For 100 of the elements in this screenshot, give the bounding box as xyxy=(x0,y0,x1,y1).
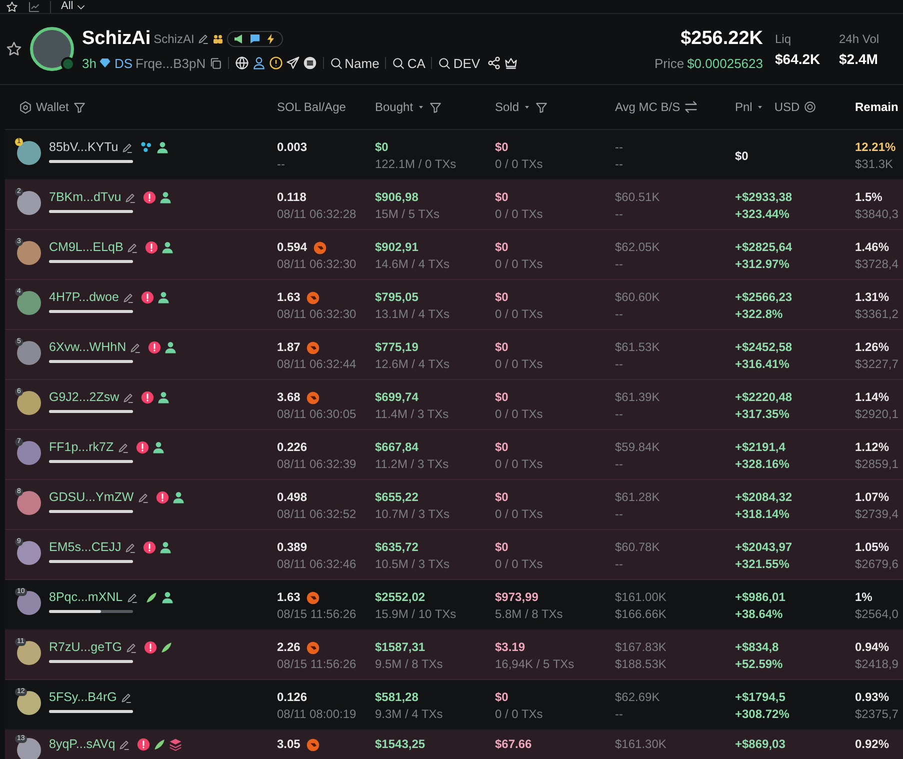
pencil-icon[interactable] xyxy=(126,242,138,254)
filter-icon[interactable] xyxy=(429,100,442,114)
sold-amount: $0 xyxy=(495,389,508,406)
star-icon[interactable] xyxy=(6,41,22,57)
pencil-icon[interactable] xyxy=(122,292,134,304)
wallet-address[interactable]: 8Pqc...mXNL xyxy=(49,589,123,606)
person-icon[interactable] xyxy=(252,56,266,70)
wallet-address[interactable]: 7BKm...dTvu xyxy=(49,189,122,206)
market-cap: $256.22K xyxy=(680,27,763,51)
pencil-icon[interactable] xyxy=(197,33,210,46)
remaining-usd: $2739,4 xyxy=(855,506,900,523)
remaining-usd: $31.3K xyxy=(855,156,894,173)
alert-icon xyxy=(145,241,158,254)
pnl-value: +$986,01 xyxy=(735,589,786,606)
dex-label: DS xyxy=(114,54,133,72)
wallet-address[interactable]: CM9L...ELqB xyxy=(49,239,124,256)
column-header[interactable]: Pnl xyxy=(735,98,752,116)
pencil-icon[interactable] xyxy=(121,142,134,154)
sol-balance: 0.389 xyxy=(277,539,308,556)
column-header[interactable]: Avg MC B/S xyxy=(615,98,680,116)
search-link[interactable]: Name xyxy=(330,54,380,73)
filter-icon[interactable] xyxy=(535,100,548,114)
bought-amount: $902,91 xyxy=(375,239,418,256)
wallet-age: 08/11 06:30:05 xyxy=(277,406,358,423)
search-icon xyxy=(330,56,343,70)
pnl-value: +$2191,4 xyxy=(735,439,786,456)
wallet-address[interactable]: 6Xvw...WHhN xyxy=(49,339,126,356)
wallet-address[interactable]: 4H7P...dwoe xyxy=(49,289,119,306)
bought-detail: 10.5M / 3 TXs xyxy=(375,556,450,573)
avg-buy-mc: $167.83K xyxy=(615,639,666,656)
wallet-address[interactable]: G9J2...2Zsw xyxy=(49,389,120,406)
wallet-address[interactable]: 85bV...KYTu xyxy=(49,139,118,156)
pencil-icon[interactable] xyxy=(124,542,136,554)
pnl-percent: +312.97% xyxy=(735,256,790,273)
layers-icon xyxy=(169,738,182,751)
sort-caret-icon[interactable] xyxy=(756,103,764,111)
globe-icon[interactable] xyxy=(234,56,249,70)
stat-value: $2.4M xyxy=(839,50,879,69)
search-link[interactable]: DEV xyxy=(438,54,480,73)
menu-icon[interactable] xyxy=(302,56,317,70)
pencil-icon[interactable] xyxy=(124,192,136,204)
wallet-age: 08/15 11:56:26 xyxy=(277,606,358,623)
currency-toggle[interactable]: USD xyxy=(774,98,800,116)
wallet-address[interactable]: R7zU...geTG xyxy=(49,639,122,656)
avg-buy-mc: $61.28K xyxy=(615,489,660,506)
avg-buy-mc: $161.00K xyxy=(615,589,666,606)
wallet-address[interactable]: FF1p...rk7Z xyxy=(49,439,114,456)
people-icon[interactable] xyxy=(212,33,224,46)
remaining-usd: $3227,7 xyxy=(855,356,900,373)
column-header[interactable]: Bought xyxy=(375,98,414,116)
avg-sell-mc: $166.66K xyxy=(615,606,668,623)
coin-icon[interactable] xyxy=(804,101,816,113)
column-header[interactable]: Sold xyxy=(495,98,520,116)
column-header[interactable]: SOL Bal/Age xyxy=(277,98,346,116)
telegram-icon[interactable] xyxy=(286,56,300,70)
sort-caret-icon[interactable] xyxy=(523,103,532,111)
wallet-address[interactable]: 5FSy...B4rG xyxy=(49,689,117,706)
avg-buy-mc: $61.39K xyxy=(615,389,660,406)
avg-sell-mc: $188.53K xyxy=(615,656,668,673)
pencil-icon[interactable] xyxy=(116,442,129,454)
pencil-icon[interactable] xyxy=(124,642,137,654)
alert-icon xyxy=(143,541,156,554)
filter-dropdown[interactable]: All xyxy=(61,1,86,12)
pencil-icon[interactable] xyxy=(120,692,132,704)
bought-detail: 12.6M / 4 TXs xyxy=(375,356,450,373)
pnl-value: +$2220,48 xyxy=(735,389,792,406)
bought-amount: $581,28 xyxy=(375,689,418,706)
pencil-icon[interactable] xyxy=(126,592,138,604)
search-link[interactable]: CA xyxy=(392,54,426,73)
filter-icon[interactable] xyxy=(72,100,86,114)
remaining-percent: 0.94% xyxy=(855,639,890,656)
pnl-value: $0 xyxy=(735,148,748,164)
wallet-address[interactable]: EM5s...CEJJ xyxy=(49,539,122,556)
warning-icon[interactable] xyxy=(268,56,283,70)
sort-caret-icon[interactable] xyxy=(417,103,426,111)
sold-amount: $0 xyxy=(495,489,508,506)
crown-icon[interactable] xyxy=(504,56,518,70)
chart-icon[interactable] xyxy=(28,0,40,12)
column-header[interactable]: Remain xyxy=(855,98,898,116)
column-header[interactable]: Wallet xyxy=(36,98,69,116)
pencil-icon[interactable] xyxy=(122,392,134,404)
star-icon[interactable] xyxy=(6,0,18,12)
pencil-icon[interactable] xyxy=(129,342,142,354)
user-icon xyxy=(157,391,170,404)
alert-icon xyxy=(148,341,162,354)
remaining-percent: 1.46% xyxy=(855,239,890,256)
wallet-address[interactable]: 8yqP...sAVq xyxy=(49,736,116,753)
sold-amount: $0 xyxy=(495,139,508,156)
sold-detail: 0 / 0 TXs xyxy=(495,706,544,723)
pencil-icon[interactable] xyxy=(118,738,130,750)
pnl-percent: +321.55% xyxy=(735,556,790,573)
pencil-icon[interactable] xyxy=(136,492,149,504)
avg-sell-mc: -- xyxy=(615,156,624,173)
copy-icon[interactable] xyxy=(208,56,222,70)
bought-amount: $667,84 xyxy=(375,439,418,456)
swap-icon[interactable] xyxy=(684,100,698,114)
share-icon[interactable] xyxy=(487,56,502,70)
bought-amount: $2552,02 xyxy=(375,589,426,606)
avg-sell-mc: -- xyxy=(615,506,624,523)
wallet-address[interactable]: GDSU...YmZW xyxy=(49,489,134,506)
